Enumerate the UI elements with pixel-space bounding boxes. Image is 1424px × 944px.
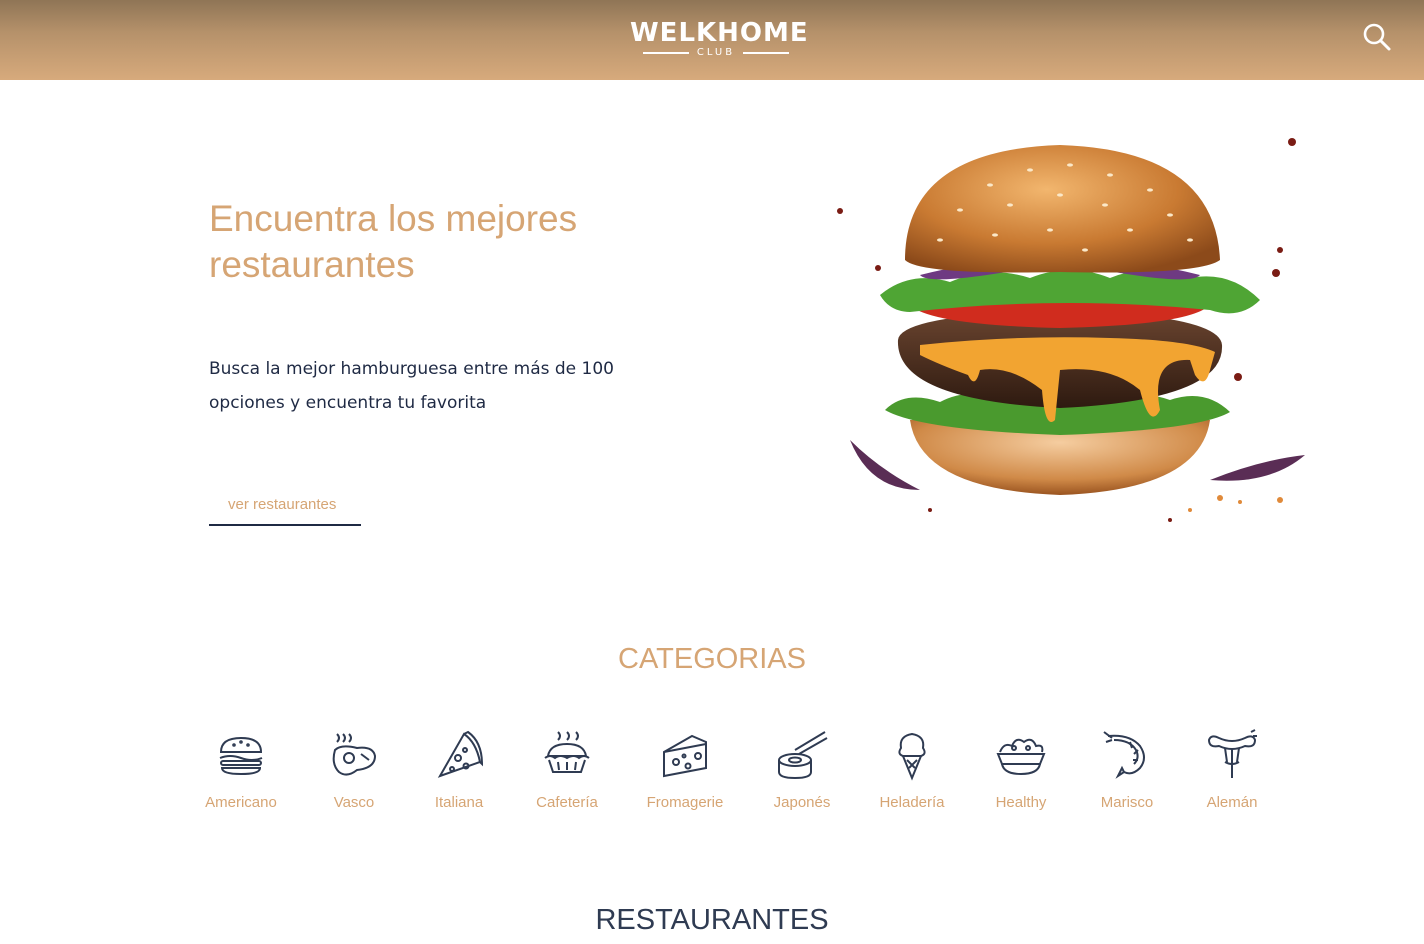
category-americano[interactable]: Americano <box>186 728 296 823</box>
category-label: Vasco <box>333 794 375 811</box>
top-header: WELKHOME CLUB <box>0 0 1424 80</box>
category-marisco[interactable]: Marisco <box>1072 728 1182 823</box>
logo-text: WELKHOME <box>630 18 809 48</box>
logo[interactable]: WELKHOME CLUB <box>630 18 809 62</box>
search-button[interactable] <box>1360 20 1396 56</box>
category-label: Alemán <box>1206 794 1258 811</box>
logo-subtitle-row: CLUB <box>630 47 802 59</box>
category-aleman[interactable]: Alemán <box>1177 728 1287 823</box>
pizza-icon <box>437 730 484 778</box>
cheese-icon <box>663 734 707 778</box>
logo-divider-left <box>642 52 689 54</box>
category-cafeteria[interactable]: Cafetería <box>512 728 622 823</box>
hero-description: Busca la mejor hamburguesa entre más de … <box>209 359 614 413</box>
restaurants-title: RESTAURANTES <box>595 904 829 936</box>
category-heladeria[interactable]: Heladería <box>857 728 967 823</box>
category-italiana[interactable]: Italiana <box>404 728 514 823</box>
categories-title: CATEGORIAS <box>618 643 806 675</box>
search-icon <box>1363 23 1391 51</box>
view-restaurants-link[interactable]: ver restaurantes <box>209 490 361 526</box>
steak-icon <box>332 733 377 776</box>
category-label: Fromagerie <box>646 794 724 811</box>
category-label: Heladería <box>879 794 945 811</box>
hero-title: Encuentra los mejores restaurantes <box>209 198 578 285</box>
sausage-icon <box>1207 729 1257 778</box>
burger-image <box>810 90 1320 560</box>
category-label: Cafetería <box>536 794 598 811</box>
salad-icon <box>996 738 1046 776</box>
category-label: Japonés <box>773 794 831 811</box>
pie-icon <box>544 731 590 773</box>
category-healthy[interactable]: Healthy <box>966 728 1076 823</box>
category-label: Americano <box>205 794 277 811</box>
category-label: Marisco <box>1100 794 1154 811</box>
category-label: Italiana <box>434 794 484 811</box>
category-vasco[interactable]: Vasco <box>299 728 409 823</box>
page: WELKHOME CLUB Encuentra los mejores rest… <box>0 0 1424 944</box>
burger-icon <box>219 736 263 776</box>
shrimp-icon <box>1103 731 1145 779</box>
logo-subtitle: CLUB <box>696 47 736 58</box>
logo-divider-right <box>743 52 790 54</box>
category-japones[interactable]: Japonés <box>747 728 857 823</box>
category-fromagerie[interactable]: Fromagerie <box>630 728 740 823</box>
ice-cream-icon <box>898 732 926 781</box>
category-label: Healthy <box>995 794 1047 811</box>
sushi-icon <box>778 731 828 780</box>
